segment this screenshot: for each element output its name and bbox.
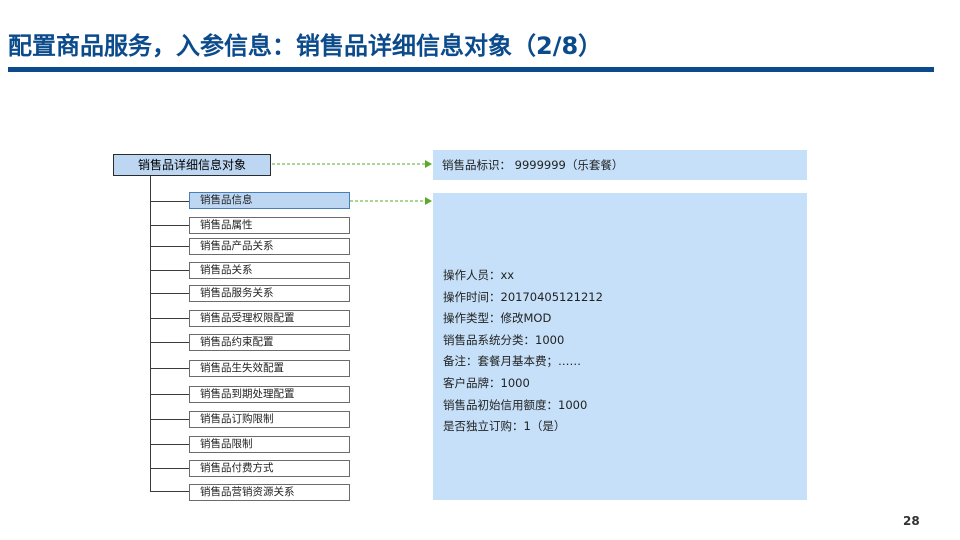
tree-branch-line xyxy=(150,491,189,492)
tree-branch-line xyxy=(150,444,189,445)
detail-lines: 操作人员：xx 操作时间：20170405121212 操作类型：修改MOD 销… xyxy=(443,265,603,438)
tree-item-offer-info[interactable]: 销售品信息 xyxy=(189,192,350,209)
tree-item-offer-constraint[interactable]: 销售品约束配置 xyxy=(189,334,350,351)
tree-branch-line xyxy=(150,270,189,271)
tree-item-offer-limit[interactable]: 销售品限制 xyxy=(189,436,350,453)
tree-item-offer-expiry-handling[interactable]: 销售品到期处理配置 xyxy=(189,386,350,403)
detail-line-operator: 操作人员：xx xyxy=(443,268,515,282)
offer-id-panel: 销售品标识： 9999999（乐套餐） xyxy=(433,150,807,180)
tree-branch-line xyxy=(150,201,189,202)
detail-line-remark: 备注：套餐月基本费；…… xyxy=(443,354,581,369)
tree-branch-line xyxy=(150,368,189,369)
page-number: 28 xyxy=(903,514,920,528)
tree-branch-line xyxy=(150,246,189,247)
detail-line-system-category: 销售品系统分类：1000 xyxy=(443,332,565,347)
tree-branch-line xyxy=(150,394,189,395)
tree-item-offer-payment-method[interactable]: 销售品付费方式 xyxy=(189,460,350,477)
detail-line-independent-order: 是否独立订购：1（是） xyxy=(443,419,566,434)
detail-line-operate-type: 操作类型：修改MOD xyxy=(443,311,552,326)
tree-branch-line xyxy=(150,293,189,294)
slide: 配置商品服务，入参信息：销售品详细信息对象（2/8） 销售品详细信息对象 销售品… xyxy=(0,0,960,540)
detail-line-customer-brand: 客户品牌：1000 xyxy=(443,375,530,390)
tree-item-offer-accept-permission[interactable]: 销售品受理权限配置 xyxy=(189,310,350,327)
tree-item-offer-service-relation[interactable]: 销售品服务关系 xyxy=(189,285,350,302)
tree-item-offer-marketing-resource[interactable]: 销售品营销资源关系 xyxy=(189,484,350,501)
tree-branch-line xyxy=(150,318,189,319)
tree-branch-line xyxy=(150,225,189,226)
tree-item-offer-order-limit[interactable]: 销售品订购限制 xyxy=(189,411,350,428)
tree-item-offer-attributes[interactable]: 销售品属性 xyxy=(189,217,350,234)
detail-line-initial-credit: 销售品初始信用额度：1000 xyxy=(443,397,588,412)
arrowhead-icon xyxy=(425,160,432,168)
tree-branch-line xyxy=(150,342,189,343)
tree-root-box: 销售品详细信息对象 xyxy=(113,154,271,176)
page-title: 配置商品服务，入参信息：销售品详细信息对象（2/8） xyxy=(8,32,603,60)
offer-detail-panel: 操作人员：xx 操作时间：20170405121212 操作类型：修改MOD 销… xyxy=(433,193,807,500)
tree-branch-line xyxy=(150,468,189,469)
arrowhead-icon xyxy=(425,197,432,205)
tree-item-offer-relation[interactable]: 销售品关系 xyxy=(189,262,350,279)
title-underline xyxy=(8,67,934,72)
detail-line-operate-time: 操作时间：20170405121212 xyxy=(443,289,603,304)
tree-item-offer-validity[interactable]: 销售品生失效配置 xyxy=(189,360,350,377)
tree-item-offer-product-relation[interactable]: 销售品产品关系 xyxy=(189,238,350,255)
tree-branch-line xyxy=(150,419,189,420)
